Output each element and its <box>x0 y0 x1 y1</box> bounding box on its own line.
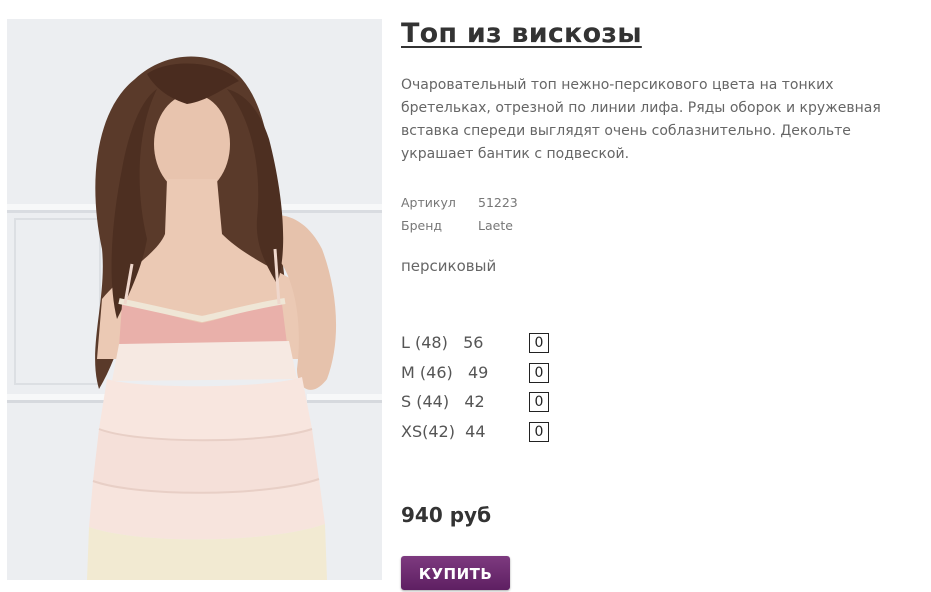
size-label: L (48) 56 <box>401 333 484 352</box>
quantity-input[interactable] <box>529 421 549 442</box>
quantity-input[interactable] <box>529 362 549 383</box>
size-label: XS(42) 44 <box>401 421 486 441</box>
quantity-input[interactable] <box>529 333 549 353</box>
article-value: 51223 <box>478 195 518 210</box>
size-label: M (46) 49 <box>401 362 489 382</box>
article-label: Артикул <box>401 195 456 210</box>
size-row-l: L (48) 56 <box>401 331 561 361</box>
size-label: S (44) 42 <box>401 392 485 411</box>
product-title: Топ из вискозы <box>401 18 642 49</box>
product-meta: Артикул 51223 Бренд Laete <box>401 191 518 237</box>
brand-label: Бренд <box>401 218 443 233</box>
size-row-xs: XS(42) 44 <box>401 420 561 450</box>
brand-value: Laete <box>478 218 513 233</box>
product-color: персиковый <box>401 257 497 275</box>
size-row-m: M (46) 49 <box>401 361 561 391</box>
product-description: Очаровательный топ нежно-персикового цве… <box>401 77 881 162</box>
product-photo <box>7 19 382 580</box>
size-row-s: S (44) 42 <box>401 390 561 420</box>
quantity-input[interactable] <box>529 392 549 412</box>
brand-row: Бренд Laete <box>401 214 518 237</box>
article-row: Артикул 51223 <box>401 191 518 214</box>
size-list: L (48) 56 M (46) 49 S (44) 42 XS(42) 44 <box>401 331 561 449</box>
buy-button[interactable]: КУПИТЬ <box>401 556 510 590</box>
product-price: 940 руб <box>401 503 492 527</box>
